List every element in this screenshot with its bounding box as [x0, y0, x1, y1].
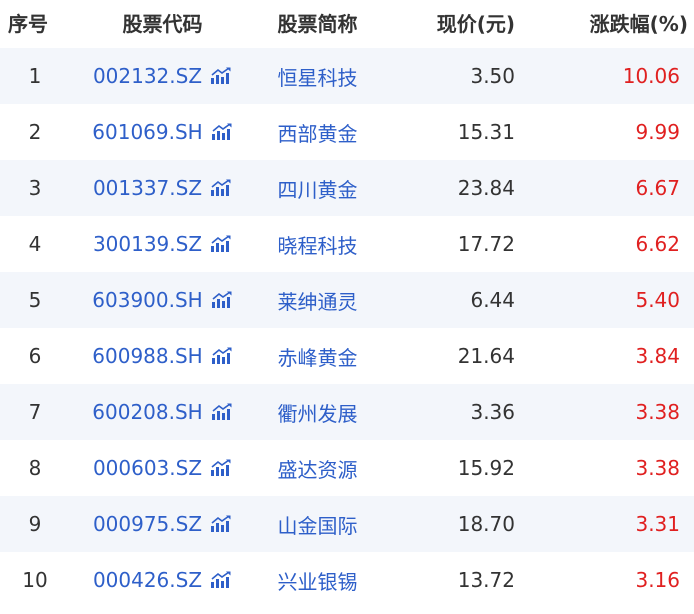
stock-name-link[interactable]: 四川黄金: [278, 178, 358, 202]
row-price: 18.70: [457, 512, 515, 536]
stock-code-link[interactable]: 600208.SH: [92, 400, 202, 424]
row-code-cell: 601069.SH: [70, 120, 255, 144]
header-change[interactable]: 涨跌幅(%): [520, 8, 694, 37]
stock-code-link[interactable]: 600988.SH: [92, 344, 202, 368]
table-row[interactable]: 2 601069.SH 西部黄金 15.31 9.99: [0, 104, 694, 160]
stock-code-link[interactable]: 300139.SZ: [93, 232, 202, 256]
stock-chart-icon[interactable]: [211, 123, 233, 141]
table-header: 序号 股票代码 股票简称 现价(元) 涨跌幅(%): [0, 0, 694, 44]
row-code-cell: 000603.SZ: [70, 456, 255, 480]
table-row[interactable]: 3 001337.SZ 四川黄金 23.84 6.67: [0, 160, 694, 216]
row-price: 3.50: [470, 64, 515, 88]
row-change: 3.38: [635, 400, 680, 424]
row-price: 13.72: [457, 568, 515, 592]
stock-chart-icon[interactable]: [210, 235, 232, 253]
row-index: 4: [28, 232, 42, 256]
stock-chart-icon[interactable]: [210, 515, 232, 533]
stock-name-link[interactable]: 山金国际: [278, 514, 358, 538]
stock-chart-icon[interactable]: [210, 571, 232, 589]
stock-name-link[interactable]: 恒星科技: [278, 66, 358, 90]
row-change: 3.38: [635, 456, 680, 480]
stock-table: 序号 股票代码 股票简称 现价(元) 涨跌幅(%) 1 002132.SZ 恒星科技…: [0, 0, 694, 608]
row-change: 6.67: [635, 176, 680, 200]
row-change: 6.62: [635, 232, 680, 256]
row-name-cell: 赤峰黄金: [255, 342, 380, 371]
table-row[interactable]: 7 600208.SH 衢州发展 3.36 3.38: [0, 384, 694, 440]
row-code-cell: 002132.SZ: [70, 64, 255, 88]
stock-chart-icon[interactable]: [211, 291, 233, 309]
row-price: 6.44: [470, 288, 515, 312]
row-code-cell: 000426.SZ: [70, 568, 255, 592]
row-name-cell: 晓程科技: [255, 230, 380, 259]
row-price: 23.84: [457, 176, 515, 200]
row-change: 5.40: [635, 288, 680, 312]
row-name-cell: 兴业银锡: [255, 566, 380, 595]
row-name-cell: 四川黄金: [255, 174, 380, 203]
stock-chart-icon[interactable]: [210, 179, 232, 197]
stock-name-link[interactable]: 西部黄金: [278, 122, 358, 146]
stock-code-link[interactable]: 603900.SH: [92, 288, 202, 312]
row-change: 3.84: [635, 344, 680, 368]
row-code-cell: 300139.SZ: [70, 232, 255, 256]
row-price: 3.36: [470, 400, 515, 424]
stock-name-link[interactable]: 盛达资源: [278, 458, 358, 482]
row-code-cell: 000975.SZ: [70, 512, 255, 536]
table-row[interactable]: 6 600988.SH 赤峰黄金 21.64 3.84: [0, 328, 694, 384]
row-index: 6: [28, 344, 42, 368]
row-code-cell: 600988.SH: [70, 344, 255, 368]
table-row[interactable]: 8 000603.SZ 盛达资源 15.92 3.38: [0, 440, 694, 496]
row-price: 21.64: [457, 344, 515, 368]
stock-chart-icon[interactable]: [210, 459, 232, 477]
table-body: 1 002132.SZ 恒星科技 3.50 10.06 2 601069.SH 西部黄金 15.…: [0, 48, 694, 608]
stock-chart-icon[interactable]: [211, 347, 233, 365]
row-name-cell: 山金国际: [255, 510, 380, 539]
row-price: 15.31: [457, 120, 515, 144]
row-name-cell: 衢州发展: [255, 398, 380, 427]
row-code-cell: 603900.SH: [70, 288, 255, 312]
stock-name-link[interactable]: 兴业银锡: [278, 570, 358, 594]
row-index: 5: [28, 288, 42, 312]
row-index: 2: [28, 120, 42, 144]
row-index: 10: [22, 568, 48, 592]
stock-name-link[interactable]: 赤峰黄金: [278, 346, 358, 370]
row-name-cell: 西部黄金: [255, 118, 380, 147]
row-index: 3: [28, 176, 42, 200]
table-row[interactable]: 1 002132.SZ 恒星科技 3.50 10.06: [0, 48, 694, 104]
row-index: 7: [28, 400, 42, 424]
row-name-cell: 盛达资源: [255, 454, 380, 483]
stock-code-link[interactable]: 000426.SZ: [93, 568, 202, 592]
row-change: 3.31: [635, 512, 680, 536]
row-name-cell: 恒星科技: [255, 62, 380, 91]
stock-name-link[interactable]: 晓程科技: [278, 234, 358, 258]
row-index: 1: [28, 64, 42, 88]
header-code: 股票代码: [122, 11, 203, 36]
stock-code-link[interactable]: 000603.SZ: [93, 456, 202, 480]
header-index: 序号: [8, 11, 48, 36]
stock-name-link[interactable]: 莱绅通灵: [278, 290, 358, 314]
stock-chart-icon[interactable]: [211, 403, 233, 421]
stock-code-link[interactable]: 002132.SZ: [93, 64, 202, 88]
stock-code-link[interactable]: 601069.SH: [92, 120, 202, 144]
row-index: 8: [28, 456, 42, 480]
stock-name-link[interactable]: 衢州发展: [278, 402, 358, 426]
row-code-cell: 600208.SH: [70, 400, 255, 424]
stock-code-link[interactable]: 000975.SZ: [93, 512, 202, 536]
header-price[interactable]: 现价(元): [380, 8, 520, 37]
stock-chart-icon[interactable]: [210, 67, 232, 85]
row-price: 15.92: [457, 456, 515, 480]
row-code-cell: 001337.SZ: [70, 176, 255, 200]
header-name: 股票简称: [277, 11, 358, 36]
table-row[interactable]: 10 000426.SZ 兴业银锡 13.72 3.16: [0, 552, 694, 608]
row-change: 10.06: [622, 64, 680, 88]
row-change: 3.16: [635, 568, 680, 592]
row-index: 9: [28, 512, 42, 536]
row-change: 9.99: [635, 120, 680, 144]
table-row[interactable]: 5 603900.SH 莱绅通灵 6.44 5.40: [0, 272, 694, 328]
stock-code-link[interactable]: 001337.SZ: [93, 176, 202, 200]
row-name-cell: 莱绅通灵: [255, 286, 380, 315]
row-price: 17.72: [457, 232, 515, 256]
table-row[interactable]: 4 300139.SZ 晓程科技 17.72 6.62: [0, 216, 694, 272]
table-row[interactable]: 9 000975.SZ 山金国际 18.70 3.31: [0, 496, 694, 552]
